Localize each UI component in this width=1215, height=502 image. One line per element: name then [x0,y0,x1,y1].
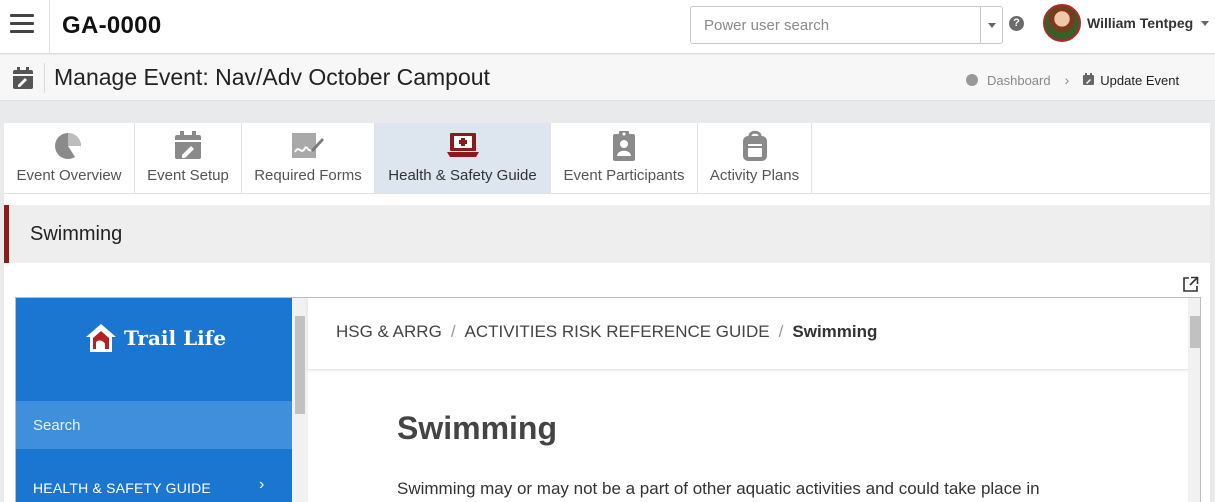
guide-content: HSG & ARRG / ACTIVITIES RISK REFERENCE G… [308,298,1188,502]
calendar-edit-icon [1083,72,1095,88]
power-user-search[interactable] [690,6,1003,44]
tab-label: Event Setup [147,167,229,184]
guide-breadcrumb: HSG & ARRG / ACTIVITIES RISK REFERENCE G… [308,298,1188,370]
chevron-right-icon: › [259,476,265,493]
dashboard-icon [966,74,978,86]
breadcrumb-current: Swimming [792,322,878,341]
tab-bar: Event Overview Event Setup Required Form… [4,123,1210,194]
tab-event-participants[interactable]: Event Participants [551,123,698,193]
section-header: Swimming [4,205,1210,263]
breadcrumb: Dashboard › Update Event [966,72,1179,88]
sidebar-item-health-safety-guide[interactable]: HEALTH & SAFETY GUIDE › [16,468,292,502]
help-icon[interactable]: ? [1009,16,1024,31]
scrollbar-thumb[interactable] [1190,316,1200,348]
tab-required-forms[interactable]: Required Forms [242,123,375,193]
logo-text: Trail Life [124,326,227,350]
tab-label: Event Participants [563,167,685,184]
divider [44,63,45,93]
content-scrollbar[interactable] [1188,298,1200,502]
search-input[interactable] [691,7,979,43]
clipboard-person-icon [611,130,637,167]
breadcrumb-dashboard[interactable]: Dashboard [987,73,1051,88]
breadcrumb-hsg[interactable]: HSG & ARRG [336,322,442,342]
breadcrumb-current: Update Event [1100,72,1180,88]
search-dropdown-icon[interactable] [980,7,1002,43]
sidebar-scrollbar[interactable] [292,298,308,502]
calendar-edit-icon [12,66,34,95]
trail-life-logo[interactable]: Trail Life [84,322,226,354]
trail-life-logo-icon [86,324,116,352]
chevron-right-icon: › [1064,72,1070,88]
section-title: Swimming [30,223,123,245]
breadcrumb-arrg[interactable]: ACTIVITIES RISK REFERENCE GUIDE [465,322,770,342]
page-header: Manage Event: Nav/Adv October Campout Da… [0,55,1215,101]
hamburger-menu-icon[interactable] [0,0,50,54]
tab-event-setup[interactable]: Event Setup [135,123,242,193]
backpack-icon [741,130,769,167]
chevron-down-icon[interactable] [1201,21,1209,26]
guide-sidebar: Trail Life Search HEALTH & SAFETY GUIDE … [16,298,292,502]
sidebar-search[interactable]: Search [16,401,292,449]
doc-title: Swimming [397,410,558,446]
doc-paragraph: Swimming may or may not be a part of oth… [397,479,1040,498]
user-name[interactable]: William Tentpeg [1087,15,1193,31]
tab-event-overview[interactable]: Event Overview [4,123,135,193]
sidebar-search-label: Search [33,417,81,434]
app-code: GA-0000 [62,12,162,39]
event-card: Event Overview Event Setup Required Form… [4,123,1210,502]
tab-label: Required Forms [254,167,362,184]
sidebar-item-label: HEALTH & SAFETY GUIDE [33,480,211,496]
calendar-edit-icon [174,130,202,165]
top-bar: GA-0000 ? William Tentpeg [0,0,1215,54]
external-link-icon[interactable] [1182,276,1199,298]
tab-label: Health & Safety Guide [388,167,537,184]
embedded-guide-frame: Trail Life Search HEALTH & SAFETY GUIDE … [15,297,1201,502]
pie-chart-icon [53,130,85,165]
tab-label: Event Overview [16,167,122,184]
tab-activity-plans[interactable]: Activity Plans [698,123,812,193]
signature-icon [291,130,325,165]
scrollbar-thumb[interactable] [295,316,305,414]
avatar[interactable] [1043,4,1081,42]
tab-health-safety-guide[interactable]: Health & Safety Guide [375,123,551,193]
tab-label: Activity Plans [709,167,800,184]
first-aid-laptop-icon [446,130,480,165]
page-title: Manage Event: Nav/Adv October Campout [54,64,490,90]
